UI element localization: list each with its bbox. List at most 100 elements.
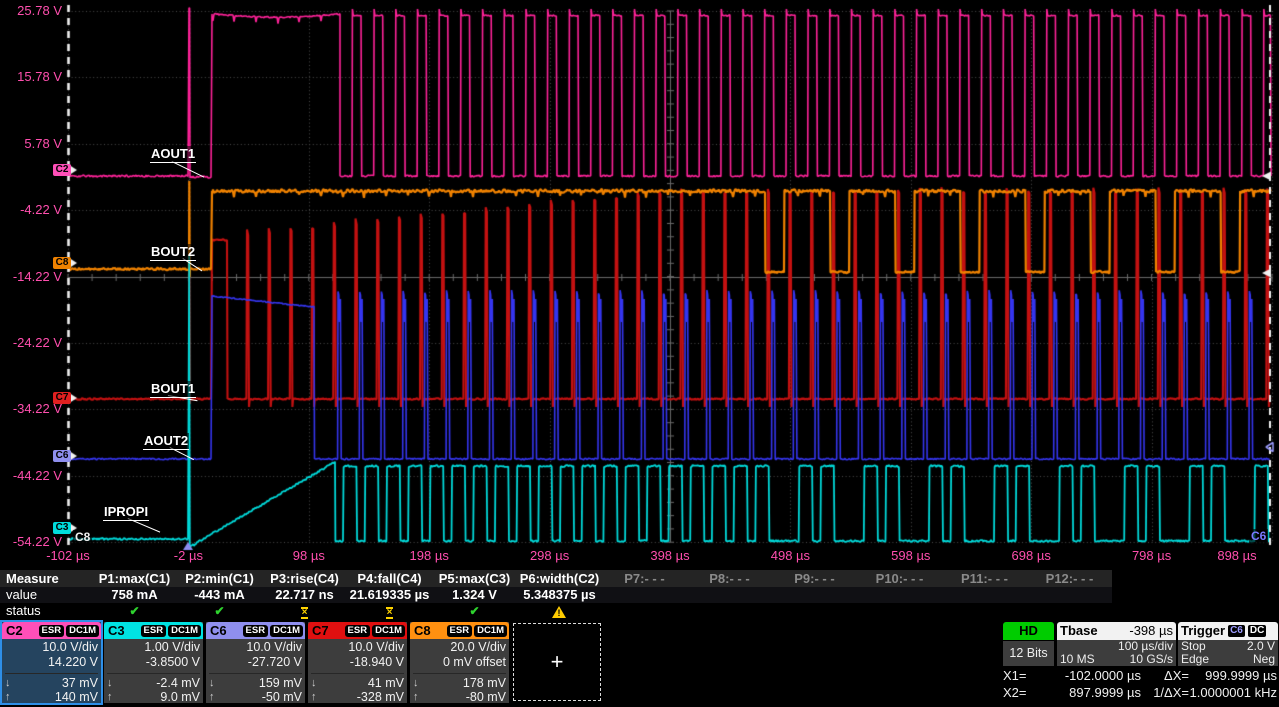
timebase-delay: -398 µs [1129, 622, 1173, 640]
channel-marker-c3[interactable]: C3 [53, 522, 71, 534]
x2-label: X2= [1003, 684, 1041, 701]
scope-display-area: C8 C6 25.78 V15.78 V5.78 V-4.22 V-14.22 … [0, 0, 1279, 566]
status-invalid-icon: × [301, 607, 309, 619]
x1-label: X1= [1003, 667, 1041, 684]
channel-descriptor-c6[interactable]: C6ESRDC1M10.0 V/div-27.720 V↓159 mV↑-50 … [206, 622, 305, 703]
trace-label-ipropi[interactable]: IPROPI [103, 504, 149, 521]
measure-column-p12[interactable]: P12:- - - [1027, 570, 1112, 587]
waveform-display[interactable] [0, 0, 1279, 566]
add-channel-button[interactable]: + [513, 623, 601, 701]
trigger-source-badge: C6 [1228, 625, 1245, 637]
trace-label-aout2[interactable]: AOUT2 [143, 433, 189, 450]
trigger-coupling-badge: DC [1248, 625, 1266, 637]
channel-badges: ESRDC1M [141, 625, 201, 637]
channel-body: 20.0 V/div0 mV offset↓178 mV↑-80 mV [410, 639, 509, 704]
measure-column-p7[interactable]: P7:- - - [602, 570, 687, 587]
measure-column-p4[interactable]: P4:fall(C4) [347, 570, 432, 587]
measure-status-p1: ✔ [92, 603, 177, 620]
measure-column-p5[interactable]: P5:max(C3) [432, 570, 517, 587]
coupling-badge: DC1M [66, 625, 99, 637]
arrow-down-icon: ↓ [209, 676, 219, 690]
arrow-down-icon: ↓ [413, 676, 423, 690]
channel-header: C8ESRDC1M [410, 622, 509, 639]
invdx-value: 1.0000001 kHz [1189, 684, 1277, 701]
channel-name: C6 [208, 623, 229, 638]
channel-marker-c6[interactable]: C6 [53, 450, 71, 462]
measure-column-p11[interactable]: P11:- - - [942, 570, 1027, 587]
channel-badges: ESRDC1M [345, 625, 405, 637]
plus-icon: + [551, 649, 564, 675]
measure-status-p3: × [262, 603, 347, 620]
channel-max-value: 9.0 mV [117, 690, 200, 704]
channel-max-value: -50 mV [219, 690, 302, 704]
measure-column-p6[interactable]: P6:width(C2) [517, 570, 602, 587]
measure-column-p9[interactable]: P9:- - - [772, 570, 857, 587]
measure-value-p12 [1027, 587, 1112, 603]
timebase-panel[interactable]: Tbase -398 µs 100 µs/div 10 MS 10 GS/s [1057, 622, 1176, 666]
channel-badges: ESRDC1M [243, 625, 303, 637]
measure-row-title-value: value [0, 587, 92, 603]
measure-value-p9 [772, 587, 857, 603]
channel-marker-c2[interactable]: C2 [53, 164, 71, 176]
channel-descriptor-c3[interactable]: C3ESRDC1M1.00 V/div-3.8500 V↓-2.4 mV↑9.0… [104, 622, 203, 703]
channel-descriptor-c2[interactable]: C2ESRDC1M10.0 V/div14.220 V↓37 mV↑140 mV [2, 622, 101, 703]
invdx-label: 1/ΔX= [1141, 684, 1189, 701]
measure-column-p3[interactable]: P3:rise(C4) [262, 570, 347, 587]
channel-marker-c8[interactable]: C8 [53, 257, 71, 269]
channel-offset: -18.940 V [311, 655, 404, 670]
coupling-badge: DC1M [270, 625, 303, 637]
trace-label-bout2[interactable]: BOUT2 [150, 244, 196, 261]
status-warning-icon: ! [552, 606, 567, 618]
measure-value-p6: 5.348375 µs [517, 587, 602, 603]
status-ok-icon: ✔ [469, 604, 479, 618]
channel-marker-c7[interactable]: C7 [53, 392, 71, 404]
arrow-up-icon: ↑ [5, 690, 15, 704]
channel-min-value: -2.4 mV [117, 676, 200, 690]
timebase-title: Tbase [1060, 622, 1098, 640]
arrow-down-icon: ↓ [107, 676, 117, 690]
measure-column-p1[interactable]: P1:max(C1) [92, 570, 177, 587]
measure-column-p10[interactable]: P10:- - - [857, 570, 942, 587]
trace-label-aout1[interactable]: AOUT1 [150, 146, 196, 163]
trace-label-bout1[interactable]: BOUT1 [150, 381, 196, 398]
channel-header: C2ESRDC1M [2, 622, 101, 639]
channel-max-value: -80 mV [423, 690, 506, 704]
channel-scale: 10.0 V/div [209, 640, 302, 655]
trigger-title: Trigger [1181, 622, 1225, 640]
status-ok-icon: ✔ [129, 604, 139, 618]
warning-bang: ! [552, 609, 566, 618]
dx-label: ΔX= [1141, 667, 1189, 684]
channel-max-value: 140 mV [15, 690, 98, 704]
channel-min-max: ↓-2.4 mV↑9.0 mV [107, 673, 200, 704]
esr-badge: ESR [39, 625, 65, 637]
x2-value: 897.9999 µs [1041, 684, 1141, 701]
channel-min-max: ↓37 mV↑140 mV [5, 673, 98, 704]
channel-min-value: 178 mV [423, 676, 506, 690]
x1-value: -102.0000 µs [1041, 667, 1141, 684]
cursor-readout: X1= -102.0000 µs ΔX= 999.9999 µs X2= 897… [1003, 667, 1277, 701]
measure-value-p3: 22.717 ns [262, 587, 347, 603]
arrow-up-icon: ↑ [413, 690, 423, 704]
channel-offset: -3.8500 V [107, 655, 200, 670]
trigger-panel[interactable]: Trigger C6 DC Stop 2.0 V Edge Neg [1178, 622, 1278, 666]
status-invalid-icon: × [386, 607, 394, 619]
esr-badge: ESR [141, 625, 167, 637]
arrow-down-icon: ↓ [5, 676, 15, 690]
hd-bits: 12 Bits [1003, 641, 1054, 666]
arrow-up-icon: ↑ [107, 690, 117, 704]
measure-column-p8[interactable]: P8:- - - [687, 570, 772, 587]
measure-status-p12 [1027, 603, 1112, 620]
measure-column-p2[interactable]: P2:min(C1) [177, 570, 262, 587]
coupling-badge: DC1M [168, 625, 201, 637]
channel-min-value: 159 mV [219, 676, 302, 690]
channel-body: 10.0 V/div-18.940 V↓41 mV↑-328 mV [308, 639, 407, 704]
channel-descriptor-c7[interactable]: C7ESRDC1M10.0 V/div-18.940 V↓41 mV↑-328 … [308, 622, 407, 703]
channel-descriptor-c8[interactable]: C8ESRDC1M20.0 V/div0 mV offset↓178 mV↑-8… [410, 622, 509, 703]
measure-table: MeasureP1:max(C1)P2:min(C1)P3:rise(C4)P4… [0, 570, 1279, 621]
hd-indicator[interactable]: HD 12 Bits [1003, 622, 1054, 666]
channel-min-max: ↓178 mV↑-80 mV [413, 673, 506, 704]
measure-value-p11 [942, 587, 1027, 603]
measure-status-p5: ✔ [432, 603, 517, 620]
measure-status-p2: ✔ [177, 603, 262, 620]
measure-row-title-status: status [0, 603, 92, 620]
